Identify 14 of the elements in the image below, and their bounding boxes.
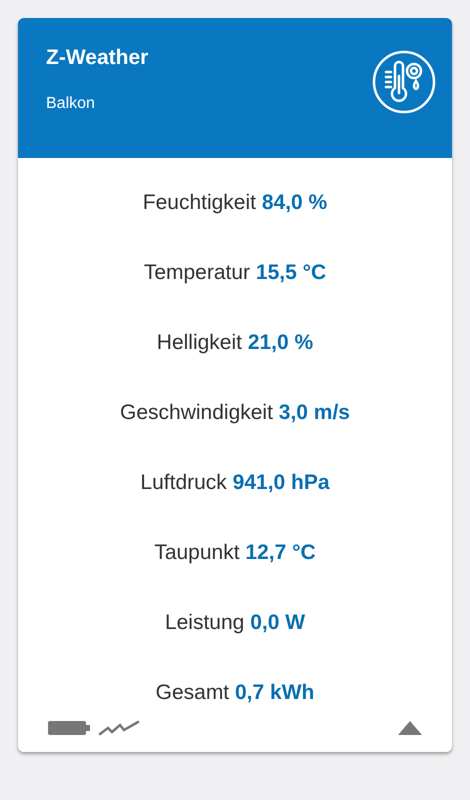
battery-icon — [48, 721, 90, 735]
reading-text: Luftdruck 941,0 hPa — [140, 470, 330, 496]
reading-text: Gesamt 0,7 kWh — [156, 680, 314, 706]
thermometer-icon — [372, 50, 436, 114]
reading-text: Leistung 0,0 W — [164, 610, 306, 636]
collapse-toggle[interactable] — [398, 721, 422, 735]
reading-text: Taupunkt 12,7 °C — [154, 540, 316, 566]
reading-text: Feuchtigkeit 84,0 % — [142, 190, 328, 216]
card-subtitle: Balkon — [46, 94, 96, 114]
card-title: Z-Weather — [46, 45, 148, 71]
reading-text: Temperatur 15,5 °C — [144, 260, 326, 286]
chart-icon[interactable] — [98, 720, 142, 736]
reading-text: Helligkeit 21,0 % — [156, 330, 314, 356]
reading-text: Geschwindigkeit 3,0 m/s — [120, 400, 350, 426]
